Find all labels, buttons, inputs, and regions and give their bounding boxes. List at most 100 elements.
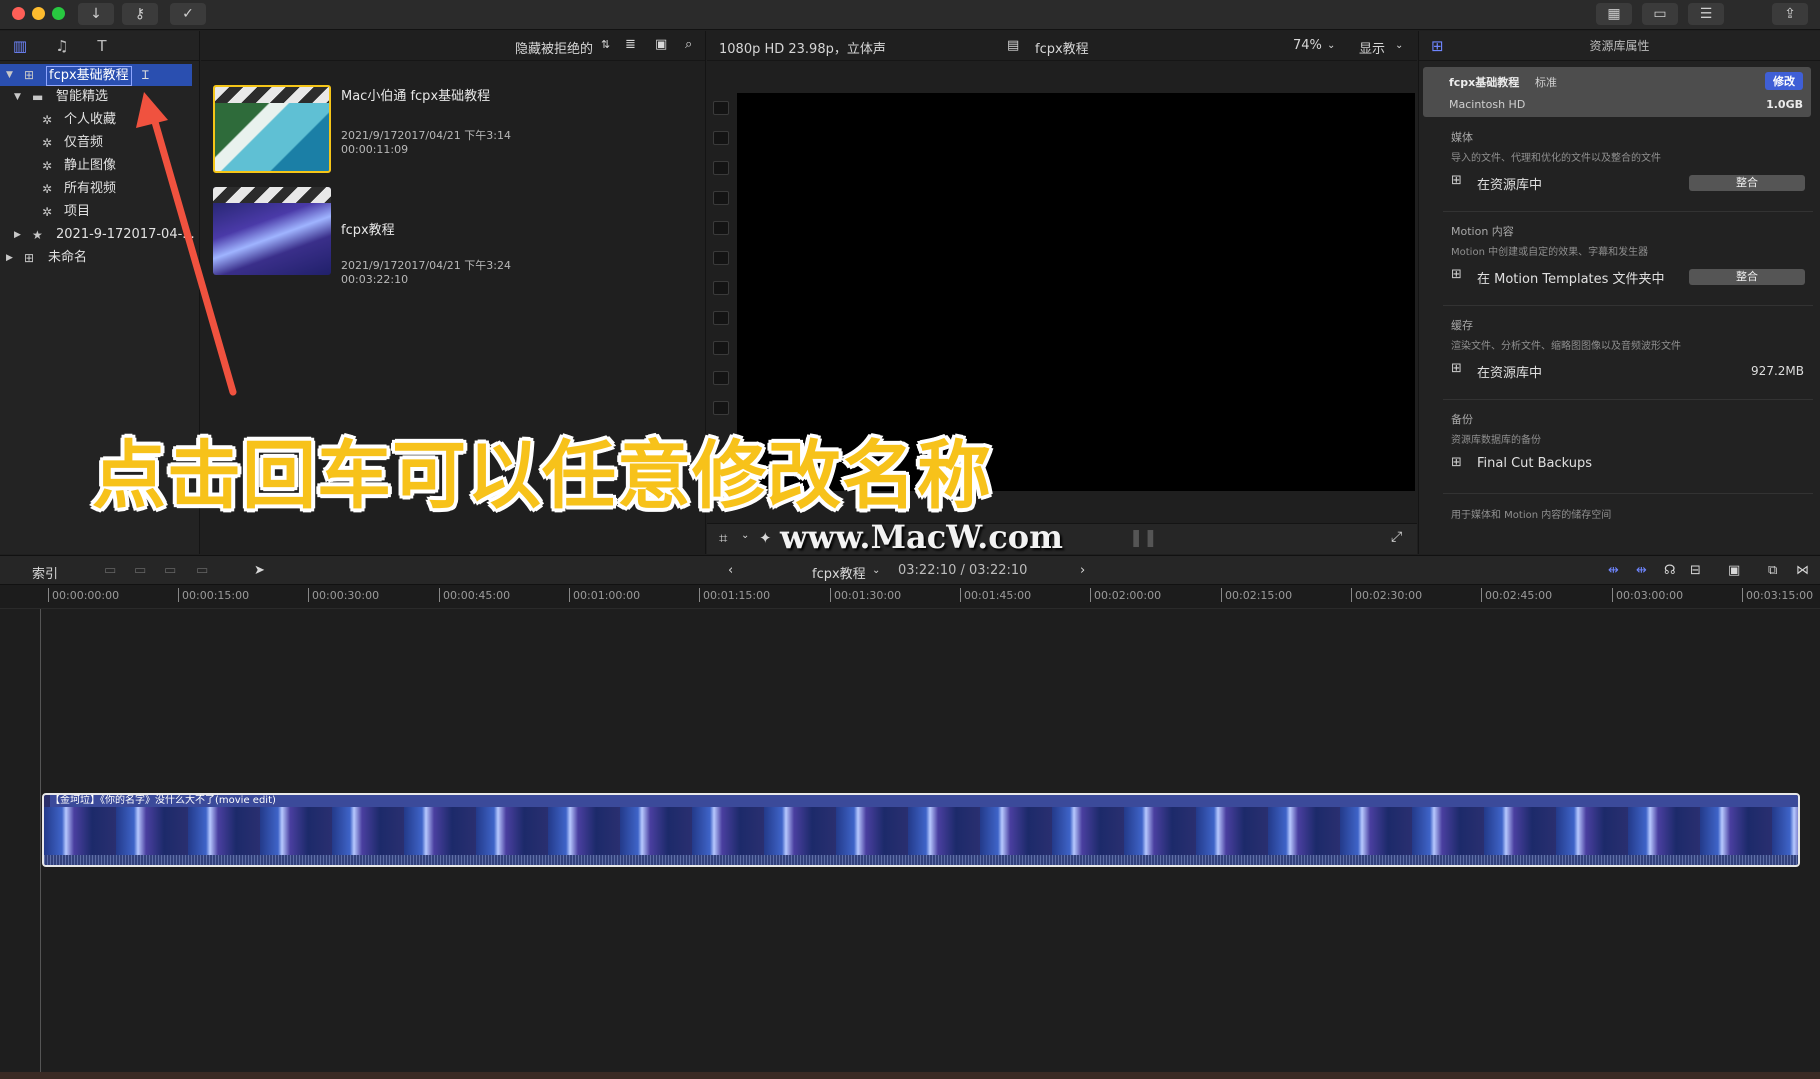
tutorial-caption: 点击回车可以任意修改名称: [92, 433, 992, 519]
project-title: fcpx教程: [341, 223, 395, 238]
timeline-area[interactable]: 【金坷垃】《你的名字》没什么大不了(movie edit): [0, 609, 1820, 1079]
disclosure-triangle-icon[interactable]: ▼: [14, 86, 21, 108]
overwrite-clip-icon[interactable]: ▭: [196, 563, 208, 578]
chevron-down-icon[interactable]: ⌄: [872, 565, 880, 576]
disclosure-triangle-icon[interactable]: ▶: [6, 247, 13, 269]
zoom-popup[interactable]: 74%: [1293, 38, 1322, 53]
enhance-wand-icon[interactable]: ✦: [759, 529, 772, 547]
photos-audio-icon[interactable]: ♫: [52, 36, 72, 56]
connect-clip-icon[interactable]: ▭: [104, 563, 116, 578]
library-card-type: 标准: [1535, 76, 1557, 89]
chevron-down-icon[interactable]: ⌄: [741, 530, 749, 541]
consolidate-motion-button[interactable]: 整合: [1689, 269, 1805, 285]
cache-location: 在资源库中: [1477, 366, 1543, 381]
gear-icon: ✲: [42, 182, 53, 196]
smart-collections-row[interactable]: ▼ ▬ 智能精选: [0, 86, 192, 108]
library-card-disk: Macintosh HD: [1449, 98, 1526, 111]
sliders-icon: ☰: [1699, 6, 1713, 22]
transform-icon[interactable]: ⌗: [719, 529, 727, 547]
grid-icon: ▦: [1607, 6, 1621, 22]
select-tool-icon[interactable]: ➤: [254, 563, 265, 578]
zoom-window-button[interactable]: [52, 7, 65, 20]
timeline-project-name[interactable]: fcpx教程: [812, 563, 866, 582]
inspector-layout-button[interactable]: ☰: [1688, 3, 1724, 25]
chevron-updown-icon[interactable]: ⇅: [601, 38, 610, 51]
clip-filter-popup[interactable]: 隐藏被拒绝的: [515, 38, 593, 57]
timeline-ruler[interactable]: 00:00:00:00 00:00:15:00 00:00:30:00 00:0…: [0, 585, 1820, 609]
smart-collection-stills[interactable]: ✲ 静止图像: [0, 155, 192, 177]
timeline-layout-button[interactable]: ▭: [1642, 3, 1678, 25]
library-row-untitled[interactable]: ▶ ⊞ 未命名: [0, 247, 192, 269]
ruler-tick: 00:01:15:00: [698, 588, 771, 602]
film-strip-icon: ▭: [1653, 6, 1667, 22]
chevron-down-icon[interactable]: ⌄: [1327, 40, 1335, 51]
filmstrip-frame: [713, 221, 729, 235]
clip-appearance-icon[interactable]: ▣: [1728, 563, 1740, 578]
smart-collection-projects[interactable]: ✲ 项目: [0, 201, 192, 223]
consolidate-media-button[interactable]: 整合: [1689, 175, 1805, 191]
library-properties-icon[interactable]: ⊞: [1431, 31, 1444, 61]
check-circle-icon: ✓: [182, 6, 194, 22]
timeline-view-icon[interactable]: ⧉: [1768, 563, 1777, 578]
ruler-tick: 00:02:30:00: [1350, 588, 1423, 602]
timeline-clip[interactable]: 【金坷垃】《你的名字》没什么大不了(movie edit): [42, 793, 1800, 867]
keywords-button[interactable]: ⚷: [122, 3, 158, 25]
project-thumbnail[interactable]: [213, 187, 331, 275]
smart-collection-favorites[interactable]: ✲ 个人收藏: [0, 109, 192, 131]
headphones-icon[interactable]: ☊: [1664, 563, 1676, 578]
clapper-icon: [213, 187, 331, 203]
ruler-tick: 00:01:30:00: [829, 588, 902, 602]
disclosure-triangle-icon[interactable]: ▼: [6, 64, 13, 86]
modify-button[interactable]: 修改: [1765, 72, 1803, 90]
timeline-index-button[interactable]: 索引: [32, 563, 58, 582]
chevron-down-icon[interactable]: ⌄: [1395, 40, 1403, 51]
audio-skimming-icon[interactable]: ⇹: [1636, 563, 1647, 578]
libraries-icon[interactable]: ▥: [10, 36, 30, 56]
insert-clip-icon[interactable]: ▭: [134, 563, 146, 578]
browser-layout-button[interactable]: ▦: [1596, 3, 1632, 25]
forward-arrow-icon[interactable]: ›: [1080, 563, 1085, 578]
motion-section-title: Motion 内容: [1451, 225, 1514, 238]
append-clip-icon[interactable]: ▭: [164, 563, 176, 578]
ruler-tick: 00:00:45:00: [438, 588, 511, 602]
import-button[interactable]: ↓: [78, 3, 114, 25]
gear-icon: ✲: [42, 136, 53, 150]
filmstrip-frame: [713, 251, 729, 265]
event-row[interactable]: ▶ ★ 2021-9-172017-04-...: [0, 224, 195, 246]
search-icon[interactable]: ⌕: [685, 37, 692, 52]
project-date: 2021/9/172017/04/21 下午3:24: [341, 259, 512, 272]
clip-thumbnail[interactable]: [213, 85, 331, 173]
viewer-format: 1080p HD 23.98p，立体声: [719, 42, 886, 57]
fullscreen-icon[interactable]: ⤢: [1391, 529, 1402, 545]
library-name-field[interactable]: fcpx基础教程: [46, 66, 132, 86]
background-tasks-button[interactable]: ✓: [170, 3, 206, 25]
list-view-icon[interactable]: ≣: [625, 37, 636, 52]
smart-collection-audio[interactable]: ✲ 仅音频: [0, 132, 192, 154]
view-options-popup[interactable]: 显示: [1359, 38, 1385, 57]
ruler-tick: 00:03:00:00: [1611, 588, 1684, 602]
smart-collection-video[interactable]: ✲ 所有视频: [0, 178, 192, 200]
titles-generators-icon[interactable]: T: [92, 36, 112, 56]
browser-project[interactable]: fcpx教程 2021/9/172017/04/21 下午3:24 00:03:…: [213, 187, 653, 287]
media-location: 在资源库中: [1477, 178, 1543, 193]
desktop-edge: [0, 1072, 1820, 1079]
clip-appearance-icon[interactable]: ▣: [655, 37, 667, 52]
share-button[interactable]: ⇪: [1772, 3, 1808, 25]
text-cursor-icon: Ɪ: [142, 68, 149, 82]
skimming-icon[interactable]: ⇹: [1608, 563, 1619, 578]
browser-clip[interactable]: Mac小伯通 fcpx基础教程 2021/9/172017/04/21 下午3:…: [213, 85, 653, 185]
playhead[interactable]: [40, 609, 41, 1079]
minimize-window-button[interactable]: [32, 7, 45, 20]
motion-section-desc: Motion 中创建或自定的效果、字幕和发生器: [1451, 247, 1649, 258]
viewer-toolbar: 1080p HD 23.98p，立体声 ▤ fcpx教程 74% ⌄ 显示 ⌄: [707, 31, 1417, 61]
cache-size: 927.2MB: [1751, 364, 1804, 378]
back-arrow-icon[interactable]: ‹: [728, 563, 733, 578]
close-window-button[interactable]: [12, 7, 25, 20]
transitions-browser-icon[interactable]: ⋈: [1796, 563, 1809, 578]
pause-icon[interactable]: ❚❚: [1129, 528, 1158, 548]
library-row[interactable]: ▼ ⊞ fcpx基础教程 Ɪ: [0, 64, 192, 86]
disclosure-triangle-icon[interactable]: ▶: [14, 224, 21, 246]
snapping-icon[interactable]: ⊟: [1690, 563, 1701, 578]
ruler-tick: 00:01:00:00: [568, 588, 641, 602]
cache-section-desc: 渲染文件、分析文件、缩略图图像以及音频波形文件: [1451, 341, 1681, 352]
